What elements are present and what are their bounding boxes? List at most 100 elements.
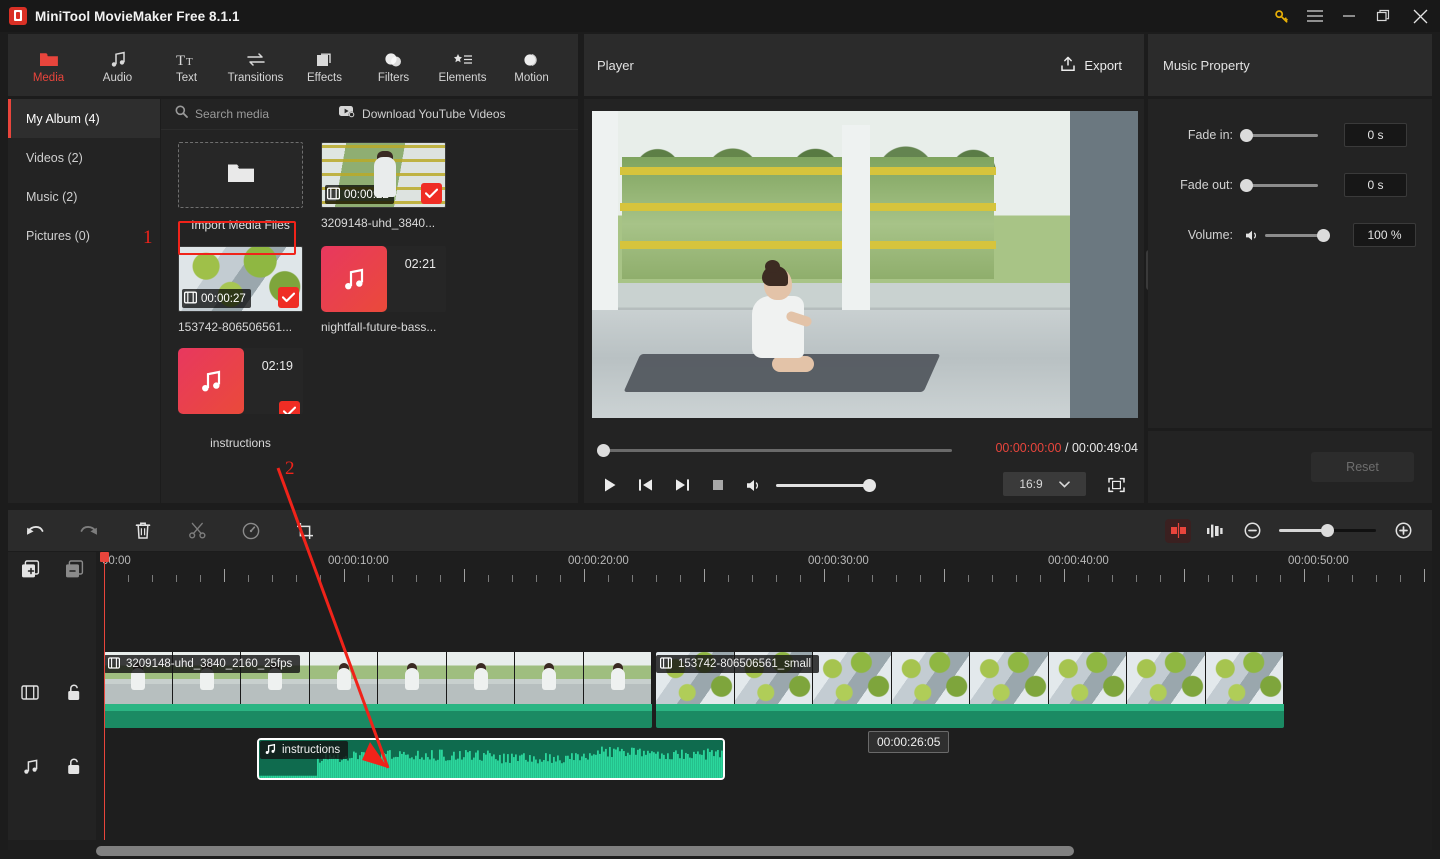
- audio-clip-instructions[interactable]: instructions: [257, 738, 725, 780]
- video-clip-1[interactable]: 3209148-uhd_3840_2160_25fps: [104, 652, 652, 728]
- ruler-label-1: 00:00:10:00: [328, 555, 389, 567]
- media-thumbnail[interactable]: 00:00:27: [178, 246, 303, 312]
- audio-track-lock-icon[interactable]: [52, 758, 96, 775]
- volume-property-slider[interactable]: [1265, 228, 1330, 242]
- split-button[interactable]: [170, 510, 224, 551]
- import-media-cell[interactable]: Import Media Files: [178, 142, 303, 232]
- annotation-number-1: 1: [143, 227, 153, 248]
- next-frame-button[interactable]: [664, 470, 700, 500]
- fullscreen-button[interactable]: [1104, 473, 1128, 497]
- fade-in-value[interactable]: 0 s: [1344, 123, 1407, 147]
- menu-icon[interactable]: [1298, 0, 1332, 32]
- tab-elements[interactable]: Elements: [428, 36, 497, 94]
- stop-button[interactable]: [700, 470, 736, 500]
- media-item-audio-1[interactable]: 02:21 nightfall-future-bass...: [321, 246, 446, 334]
- media-item-video-2[interactable]: 00:00:27 153742-806506561...: [178, 246, 303, 334]
- media-thumbnail[interactable]: 02:19: [178, 348, 303, 414]
- speed-button[interactable]: [224, 510, 278, 551]
- tab-audio[interactable]: Audio: [83, 36, 152, 94]
- fade-in-slider[interactable]: [1240, 128, 1318, 142]
- media-duration-text: 02:19: [261, 359, 293, 373]
- fade-out-value[interactable]: 0 s: [1344, 173, 1407, 197]
- person-figure: [742, 260, 814, 372]
- media-selected-check[interactable]: [279, 401, 300, 414]
- audio-detach-icon[interactable]: [1199, 510, 1231, 551]
- media-selected-check[interactable]: [278, 287, 299, 308]
- fade-out-handle[interactable]: [1240, 178, 1253, 192]
- aspect-ratio-select[interactable]: 16:9: [1003, 472, 1086, 496]
- maximize-icon[interactable]: [1366, 0, 1400, 32]
- scrollbar-thumb[interactable]: [96, 846, 1074, 856]
- zoom-slider[interactable]: [1279, 524, 1376, 537]
- media-toolbar: Search media Download YouTube Videos: [161, 99, 578, 130]
- close-icon[interactable]: [1400, 0, 1440, 32]
- video-track-lock-icon[interactable]: [52, 684, 96, 701]
- reset-button[interactable]: Reset: [1311, 452, 1414, 482]
- redo-button[interactable]: [62, 510, 116, 551]
- playhead[interactable]: [100, 552, 109, 840]
- remove-track-icon[interactable]: [52, 560, 96, 579]
- tab-media[interactable]: Media: [14, 36, 83, 94]
- seek-handle[interactable]: [597, 444, 610, 457]
- sidebar-item-videos[interactable]: Videos (2): [8, 138, 160, 177]
- player-header: Player Export: [584, 34, 1144, 96]
- seek-slider[interactable]: [600, 449, 952, 452]
- sidebar-item-my-album-label: My Album (4): [26, 111, 100, 126]
- volume-handle[interactable]: [863, 478, 876, 492]
- sidebar-item-my-album[interactable]: My Album (4): [8, 99, 160, 138]
- crop-button[interactable]: [278, 510, 332, 551]
- search-input[interactable]: Search media: [175, 105, 269, 123]
- import-media-dropzone[interactable]: [178, 142, 303, 208]
- video-preview[interactable]: [592, 111, 1138, 418]
- media-thumbnail[interactable]: 02:21: [321, 246, 446, 312]
- play-button[interactable]: [592, 470, 628, 500]
- tab-text[interactable]: TT Text: [152, 36, 221, 94]
- timeline-hscrollbar[interactable]: [96, 846, 1432, 856]
- time-separator: /: [1064, 441, 1069, 455]
- ruler-label-2: 00:00:20:00: [568, 555, 629, 567]
- volume-button[interactable]: [736, 470, 772, 500]
- undo-button[interactable]: [8, 510, 62, 551]
- prev-frame-button[interactable]: [628, 470, 664, 500]
- search-icon: [175, 105, 188, 123]
- volume-slider[interactable]: [776, 478, 876, 492]
- export-button[interactable]: Export: [1060, 56, 1122, 75]
- volume-property-handle[interactable]: [1317, 228, 1330, 242]
- media-selected-check[interactable]: [421, 183, 442, 204]
- minimize-icon[interactable]: [1332, 0, 1366, 32]
- video-track[interactable]: 3209148-uhd_3840_2160_25fps 153742-80650…: [96, 652, 1432, 728]
- fade-in-row: Fade in: 0 s: [1148, 121, 1432, 149]
- export-label: Export: [1084, 57, 1122, 73]
- audio-track[interactable]: instructions: [96, 738, 1432, 794]
- fade-out-slider[interactable]: [1240, 178, 1318, 192]
- media-thumbnail[interactable]: 00:00:22: [321, 142, 446, 208]
- tab-motion[interactable]: Motion: [497, 36, 566, 94]
- music-note-icon: [178, 348, 244, 414]
- tab-filters[interactable]: Filters: [359, 36, 428, 94]
- media-item-video-1[interactable]: 00:00:22 3209148-uhd_3840...: [321, 142, 446, 232]
- download-youtube-button[interactable]: Download YouTube Videos: [339, 105, 506, 123]
- music-note-icon: [109, 46, 127, 68]
- fade-in-handle[interactable]: [1240, 128, 1253, 142]
- volume-value[interactable]: 100 %: [1353, 223, 1416, 247]
- media-panel: Search media Download YouTube Videos Imp…: [161, 99, 578, 503]
- media-duration-badge: 00:00:22: [325, 185, 394, 204]
- zoom-handle[interactable]: [1321, 524, 1334, 537]
- ruler-label-4: 00:00:40:00: [1048, 555, 1109, 567]
- tab-effects-label: Effects: [307, 71, 342, 84]
- chevron-down-icon: [1058, 477, 1070, 491]
- sidebar-item-music[interactable]: Music (2): [8, 177, 160, 216]
- tab-transitions[interactable]: Transitions: [221, 36, 290, 94]
- video-clip-2[interactable]: 153742-806506561_small: [656, 652, 1284, 728]
- key-icon[interactable]: [1264, 0, 1298, 32]
- split-marker-icon[interactable]: [1165, 518, 1191, 543]
- zoom-in-button[interactable]: [1390, 510, 1416, 551]
- sidebar-item-pictures[interactable]: Pictures (0): [8, 216, 160, 255]
- media-item-audio-2[interactable]: 02:19 instructions: [178, 348, 303, 450]
- timeline-ruler[interactable]: 00:00 00:00:10:00 00:00:20:00 00:00:30:0…: [96, 552, 1432, 588]
- folder-icon: [39, 46, 59, 68]
- zoom-out-button[interactable]: [1239, 510, 1265, 551]
- add-track-icon[interactable]: [8, 560, 52, 579]
- tab-effects[interactable]: Effects: [290, 36, 359, 94]
- delete-button[interactable]: [116, 510, 170, 551]
